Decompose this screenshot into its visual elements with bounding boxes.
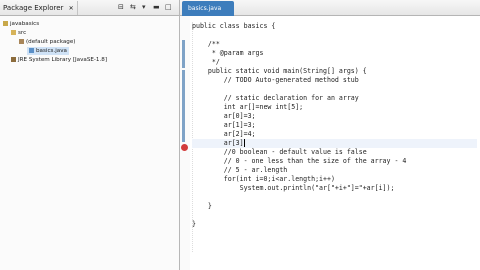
code-line: /**	[192, 40, 220, 49]
tree-item-label: src	[18, 30, 27, 36]
editor-tab-basics[interactable]: basics.java	[182, 1, 234, 16]
code-line-text: // TODO Auto-generated method stub	[192, 76, 359, 84]
code-line: public static void main(String[] args) {	[192, 67, 367, 76]
code-line-text: // 0 - one less than the size of the arr…	[192, 157, 407, 165]
fold-bar[interactable]	[182, 40, 185, 68]
code-line-text: public class basics {	[192, 22, 276, 30]
package-explorer-tabbar: Package Explorer ✕ ⊟ ⇆ ▾ ▬ □	[0, 0, 179, 16]
java-file-icon	[29, 48, 34, 53]
tree-item[interactable]: src	[11, 29, 26, 37]
editor-gutter	[180, 16, 190, 270]
code-line: for(int i=0;i<ar.length;i++)	[192, 175, 335, 184]
tree-item-label: (default package)	[26, 39, 76, 45]
tree-item[interactable]: basics.java	[27, 47, 69, 55]
code-line: ar[3]	[192, 139, 477, 148]
code-line: // static declaration for an array	[192, 94, 359, 103]
code-line-text: System.out.println("ar["+i+"]="+ar[i]);	[192, 184, 395, 192]
error-marker-icon[interactable]	[181, 144, 188, 151]
code-line-text: ar[1]=3;	[192, 121, 256, 129]
code-line-text: //0 boolean - default value is false	[192, 148, 367, 156]
code-line-text: // static declaration for an array	[192, 94, 359, 102]
editor-tab-label: basics.java	[188, 5, 222, 12]
code-line: int ar[]=new int[5];	[192, 103, 303, 112]
code-line-text: ar[0]=3;	[192, 112, 256, 120]
code-line-text: ar[3]	[192, 139, 244, 147]
close-icon[interactable]: ✕	[69, 5, 74, 12]
code-line: System.out.println("ar["+i+"]="+ar[i]);	[192, 184, 395, 193]
tree-item[interactable]: JRE System Library [JavaSE-1.8]	[11, 56, 107, 64]
package-explorer-tab-label: Package Explorer	[3, 4, 64, 12]
library-icon	[11, 57, 16, 62]
code-line: ar[0]=3;	[192, 112, 256, 121]
folder-icon	[11, 30, 16, 35]
tree-item-label: JRE System Library [JavaSE-1.8]	[18, 57, 108, 63]
code-line: */	[192, 58, 220, 67]
code-line-text: */	[192, 58, 220, 66]
code-line: }	[192, 220, 196, 229]
view-menu-icon[interactable]: ▾	[142, 3, 146, 12]
collapse-all-icon[interactable]: ⊟	[118, 3, 124, 12]
editor-tabbar: basics.java	[180, 0, 480, 16]
code-line: //0 boolean - default value is false	[192, 148, 367, 157]
maximize-icon[interactable]: □	[165, 3, 172, 12]
package-explorer-tab[interactable]: Package Explorer ✕	[0, 1, 78, 15]
code-line: // 0 - one less than the size of the arr…	[192, 157, 407, 166]
code-line: // 5 - ar.length	[192, 166, 288, 175]
tree-item-label: basics.java	[36, 48, 67, 54]
text-cursor	[243, 139, 245, 147]
code-line-text: * @param args	[192, 49, 264, 57]
code-line-text: public static void main(String[] args) {	[192, 67, 367, 75]
code-line-text: }	[192, 202, 212, 210]
code-line: * @param args	[192, 49, 264, 58]
package-icon	[19, 39, 24, 44]
code-line: public class basics {	[192, 22, 275, 31]
code-line-text: ar[2]=4;	[192, 130, 256, 138]
code-line-text: /**	[192, 40, 220, 48]
editor-panel: basics.java public class basics { /** * …	[180, 0, 480, 270]
minimize-icon[interactable]: ▬	[153, 3, 160, 12]
tree-item[interactable]: (default package)	[19, 38, 75, 46]
package-explorer-panel: Package Explorer ✕ ⊟ ⇆ ▾ ▬ □ javabasics s…	[0, 0, 180, 270]
link-with-editor-icon[interactable]: ⇆	[130, 3, 136, 12]
code-line-text: }	[192, 220, 196, 228]
code-line-text: // 5 - ar.length	[192, 166, 288, 174]
project-icon	[3, 21, 8, 26]
code-line: ar[2]=4;	[192, 130, 256, 139]
code-line-text: for(int i=0;i<ar.length;i++)	[192, 175, 335, 183]
code-line: ar[1]=3;	[192, 121, 256, 130]
code-line-text: int ar[]=new int[5];	[192, 103, 304, 111]
code-line: // TODO Auto-generated method stub	[192, 76, 359, 85]
fold-bar[interactable]	[182, 70, 185, 142]
tree-item-label: javabasics	[10, 21, 40, 27]
code-line: }	[192, 202, 212, 211]
tree-item[interactable]: javabasics	[3, 20, 39, 28]
